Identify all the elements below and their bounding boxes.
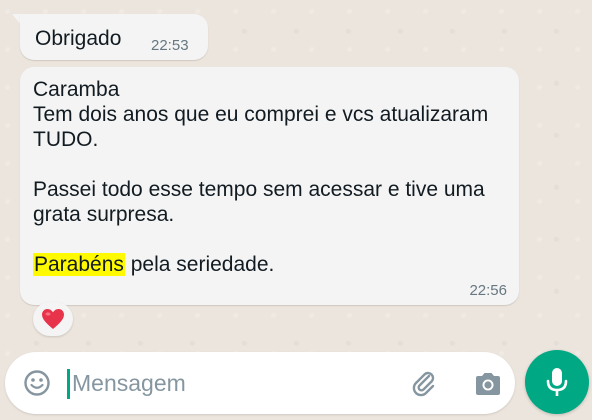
message-time: 22:53 bbox=[151, 37, 189, 54]
emoji-icon[interactable] bbox=[23, 369, 51, 397]
message-line: Tem dois anos que eu comprei e vcs atual… bbox=[33, 103, 489, 151]
message-time: 22:56 bbox=[469, 282, 507, 299]
message-input[interactable] bbox=[72, 366, 372, 400]
message-bubble-incoming[interactable]: Obrigado 22:53 bbox=[20, 14, 208, 60]
text-cursor bbox=[67, 369, 70, 399]
message-text: Obrigado bbox=[35, 27, 122, 50]
message-line: Passei todo esse tempo sem acessar e tiv… bbox=[33, 178, 485, 226]
microphone-button[interactable] bbox=[525, 350, 589, 414]
heart-icon bbox=[42, 309, 64, 329]
message-text: Caramba Tem dois anos que eu comprei e v… bbox=[33, 77, 503, 277]
reaction-badge[interactable] bbox=[33, 302, 73, 336]
message-bubble-incoming[interactable]: Caramba Tem dois anos que eu comprei e v… bbox=[20, 67, 519, 305]
highlighted-word: Parabéns bbox=[33, 253, 125, 276]
message-line: pela seriedade. bbox=[124, 253, 275, 276]
paperclip-icon[interactable] bbox=[409, 368, 439, 398]
microphone-icon bbox=[546, 368, 568, 396]
camera-icon[interactable] bbox=[473, 370, 503, 398]
message-composer bbox=[5, 352, 515, 414]
message-line: Caramba bbox=[33, 78, 120, 101]
